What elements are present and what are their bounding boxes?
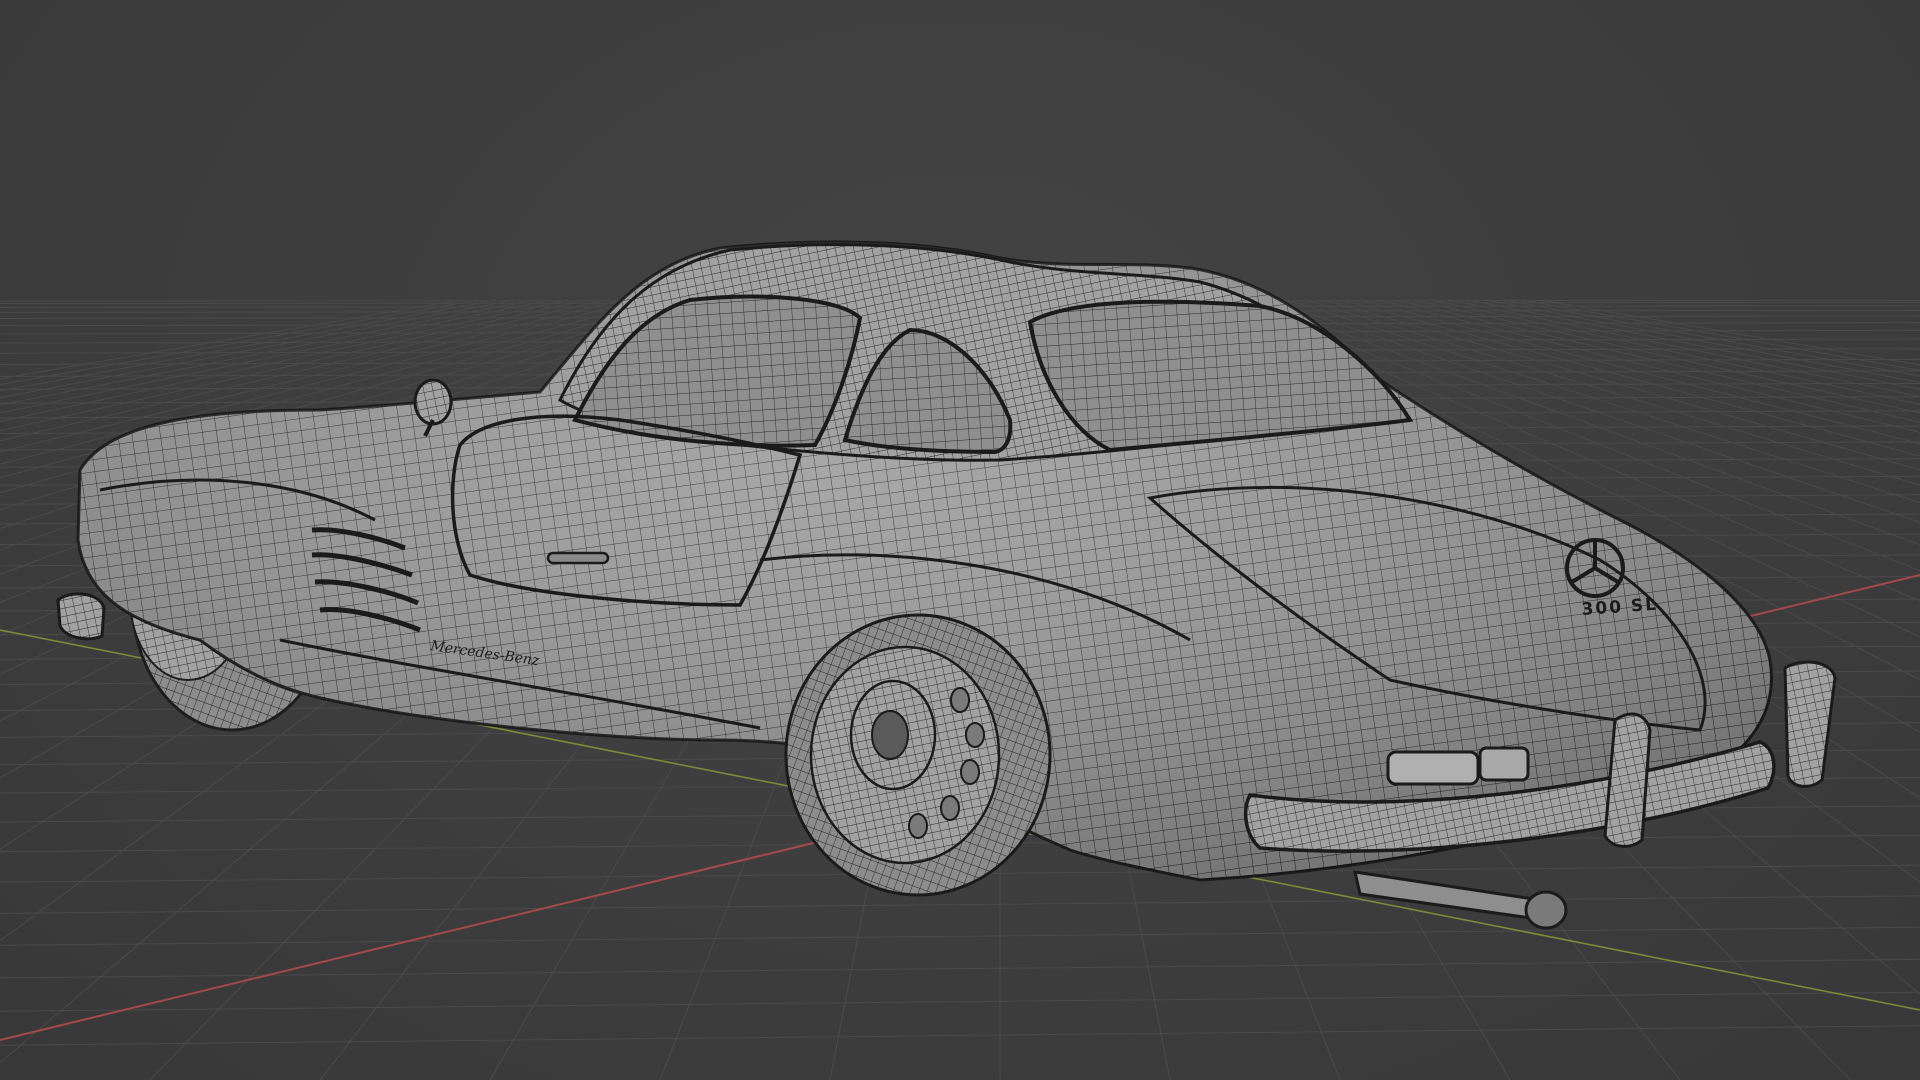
bumper-guard-right: [1783, 660, 1837, 788]
grid-line: [0, 895, 1920, 914]
grid-line: [0, 926, 1920, 946]
tail-lights: [1386, 746, 1530, 786]
3d-viewport[interactable]: Mercedes-Benz 300 SL: [0, 0, 1920, 1080]
exhaust-pipe: [1353, 870, 1547, 922]
grid-line: [0, 991, 1920, 1012]
front-bumper: [56, 592, 106, 641]
car-model[interactable]: Mercedes-Benz 300 SL: [56, 240, 1837, 930]
grid-line: [0, 958, 1920, 979]
exhaust-tip: [1524, 890, 1568, 930]
grid-line: [0, 1025, 1920, 1046]
viewport-scene[interactable]: Mercedes-Benz 300 SL: [0, 0, 1920, 1080]
door-handle[interactable]: [546, 551, 610, 565]
rear-right-wheel[interactable]: [784, 613, 1052, 897]
